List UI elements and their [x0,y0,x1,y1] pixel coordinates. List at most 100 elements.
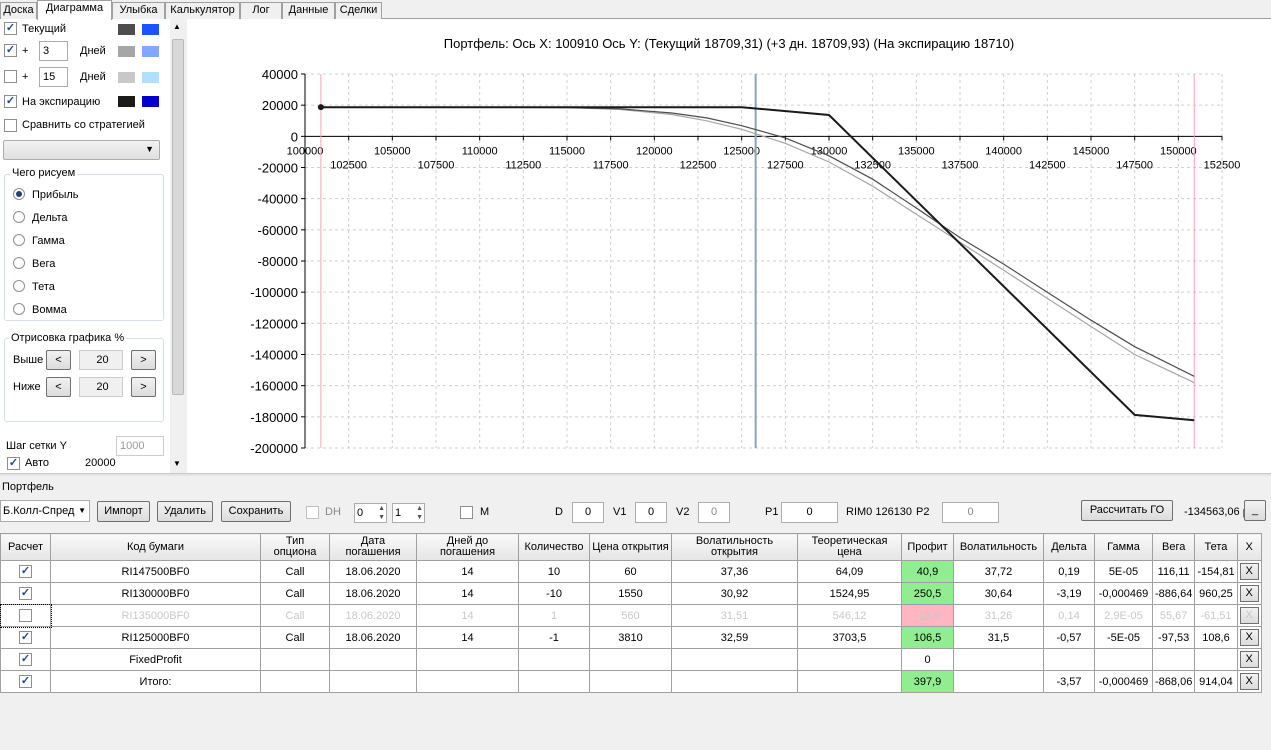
d-input[interactable]: 0 [572,502,604,523]
row-calc-checkbox[interactable]: ✓ [19,631,32,644]
tab-data[interactable]: Данные [282,2,335,19]
row-remove-button[interactable]: X [1239,585,1259,602]
radio-vomma[interactable] [13,303,25,315]
strategy-compare-dropdown[interactable]: ▼ [3,140,160,160]
current-checkbox[interactable]: ✓ [4,22,17,35]
row-calc-checkbox[interactable]: ✓ [19,653,32,666]
tab-smile[interactable]: Улыбка [112,2,165,19]
col-open-price[interactable]: Цена открытия [589,533,672,561]
row-calc-checkbox[interactable]: ✓ [19,565,32,578]
row-remove-button[interactable]: X [1239,563,1259,580]
col-code[interactable]: Код бумаги [50,533,261,561]
below-increase-button[interactable]: > [131,377,156,397]
col-calc[interactable]: Расчет [0,533,51,561]
payoff-chart[interactable]: Портфель: Ось X: 100910 Ось Y: (Текущий … [187,19,1271,473]
row-remove-button[interactable]: X [1239,651,1259,668]
m-checkbox[interactable] [460,506,473,519]
grid-step-input[interactable]: 1000 [116,436,164,456]
table-row[interactable]: ✓ RI125000BF0 Call 18.06.2020 14 -1 3810 32,59 3… [0,626,1262,649]
tab-calculator[interactable]: Калькулятор [165,2,240,19]
plus15-color-swatch[interactable] [118,72,135,83]
table-row[interactable]: ✓ RI130000BF0 Call 18.06.2020 14 -10 1550 30,92… [0,582,1262,605]
spinner-arrows-icon[interactable]: ▲ ▼ [416,504,423,522]
row-remove-button[interactable]: X [1239,673,1259,690]
radio-vega[interactable] [13,257,25,269]
plus3-accent-swatch[interactable] [142,46,159,57]
above-decrease-button[interactable]: < [46,350,71,370]
v2-input[interactable]: 0 [698,502,730,523]
below-value[interactable]: 20 [79,377,123,397]
row-calc-cell[interactable]: ✓ [0,670,51,693]
plus15-accent-swatch[interactable] [142,72,159,83]
import-button[interactable]: Импорт [97,501,150,522]
table-row[interactable]: RI135000BF0 Call 18.06.2020 14 1 560 31,51 546,… [0,603,1262,628]
delete-button[interactable]: Удалить [157,501,213,522]
left-scrollbar[interactable]: ▲ ▼ [170,19,186,473]
row-calc-cell[interactable]: ✓ [0,560,51,583]
radio-theta[interactable] [13,280,25,292]
below-decrease-button[interactable]: < [46,377,71,397]
scroll-down-icon[interactable]: ▼ [173,459,181,468]
auto-checkbox[interactable]: ✓ [7,457,20,470]
above-value[interactable]: 20 [79,350,123,370]
col-open-vol[interactable]: Волатильность открытия [671,533,798,561]
dh-spinner-2[interactable]: 1 ▲ ▼ [392,503,425,523]
days-input-1[interactable]: 3 [39,41,68,61]
above-increase-button[interactable]: > [131,350,156,370]
row-calc-checkbox[interactable]: ✓ [19,675,32,688]
col-delta[interactable]: Дельта [1043,533,1095,561]
p2-input[interactable]: 0 [942,502,999,523]
calculate-go-button[interactable]: Рассчитать ГО [1081,500,1173,521]
save-button[interactable]: Сохранить [221,501,291,522]
col-theo-price[interactable]: Теоретическая цена [797,533,902,561]
radio-profit[interactable] [13,188,25,200]
plus3-checkbox[interactable]: ✓ [4,44,17,57]
col-profit[interactable]: Профит [901,533,954,561]
strategy-dropdown[interactable]: Б.Колл-Спред ▼ [0,500,90,522]
col-type[interactable]: Тип опциона [260,533,330,561]
spinner-arrows-icon[interactable]: ▲ ▼ [378,504,385,522]
table-row[interactable]: ✓ RI147500BF0 Call 18.06.2020 14 10 60 37,36 64,… [0,560,1262,583]
expiration-color-swatch[interactable] [118,96,135,107]
radio-delta[interactable] [13,211,25,223]
col-vol[interactable]: Волатильность [953,533,1044,561]
days-input-2[interactable]: 15 [39,67,68,87]
expiration-accent-swatch[interactable] [142,96,159,107]
current-accent-swatch[interactable] [142,24,159,35]
scroll-thumb[interactable] [172,39,184,395]
row-calc-cell[interactable] [0,603,52,628]
dh-checkbox[interactable] [306,506,319,519]
cell-delta [1043,648,1095,671]
row-calc-cell[interactable]: ✓ [0,648,51,671]
tab-board[interactable]: Доска [0,2,37,19]
col-qty[interactable]: Количество [518,533,590,561]
row-calc-cell[interactable]: ✓ [0,626,51,649]
row-remove-button[interactable]: X [1239,629,1259,646]
current-color-swatch[interactable] [118,24,135,35]
p1-input[interactable]: 0 [781,502,838,523]
col-expiry[interactable]: Дата погашения [329,533,417,561]
scroll-up-icon[interactable]: ▲ [173,22,181,31]
col-x[interactable]: X [1236,533,1262,561]
compare-checkbox[interactable] [4,119,17,132]
col-gamma[interactable]: Гамма [1094,533,1153,561]
expiration-checkbox[interactable]: ✓ [4,95,17,108]
tab-log[interactable]: Лог [240,2,282,19]
table-row[interactable]: ✓ Итого: 397,9 -3,57 -0,000469 -868,06 914,04 X [0,670,1262,693]
col-theta[interactable]: Тета [1194,533,1238,561]
col-vega[interactable]: Вега [1151,533,1196,561]
plus3-color-swatch[interactable] [118,46,135,57]
minimize-button[interactable]: _ [1244,500,1266,521]
plus15-checkbox[interactable] [4,70,17,83]
table-row[interactable]: ✓ FixedProfit 0 X [0,648,1262,671]
col-days[interactable]: Дней до погашения [416,533,519,561]
row-calc-checkbox[interactable]: ✓ [19,587,32,600]
row-calc-checkbox[interactable] [19,609,32,622]
radio-gamma[interactable] [13,234,25,246]
tab-diagram[interactable]: Диаграмма [37,0,112,20]
row-remove-button[interactable]: X [1239,607,1259,624]
row-calc-cell[interactable]: ✓ [0,582,51,605]
tab-deals[interactable]: Сделки [335,2,382,19]
dh-spinner-1[interactable]: 0 ▲ ▼ [354,503,387,523]
v1-input[interactable]: 0 [635,502,667,523]
